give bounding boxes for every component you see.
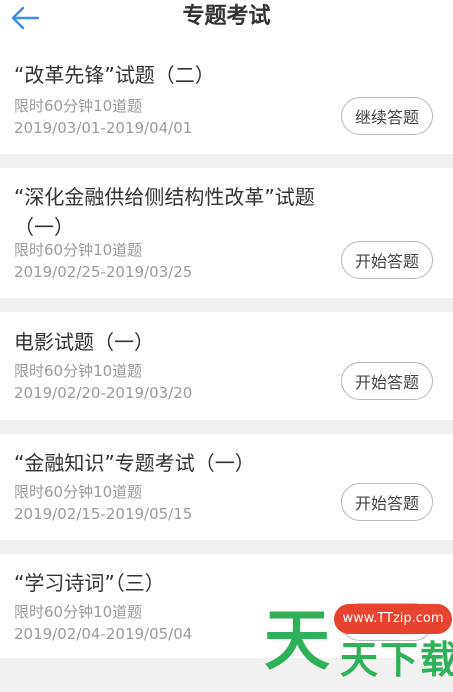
exam-date-range: 2019/02/25-2019/03/25 [14,263,193,281]
card-divider [0,540,453,554]
exam-time-limit: 限时60分钟10道题 [14,241,143,259]
exam-title: “学习诗词”（三） [14,571,165,595]
exam-date-range: 2019/02/04-2019/05/04 [14,625,193,643]
watermark-text: 天下载 [340,638,453,682]
exam-card: “金融知识”专题考试（一） 限时60分钟10道题 2019/02/15-2019… [0,434,453,540]
exam-date-range: 2019/02/20-2019/03/20 [14,384,193,402]
card-divider [0,298,453,312]
exam-card: “改革先锋”试题（二） 限时60分钟10道题 2019/03/01-2019/0… [0,36,453,154]
exam-time-limit: 限时60分钟10道题 [14,483,143,501]
exam-title: “深化金融供给侧结构性改革”试题（一） [14,185,315,239]
continue-answer-button[interactable]: 继续答题 [341,97,433,135]
exam-time-limit: 限时60分钟10道题 [14,603,143,621]
card-divider [0,420,453,434]
exam-title: 电影试题（一） [14,330,154,354]
exam-time-limit: 限时60分钟10道题 [14,362,143,380]
watermark-url: www.TTzip.com [334,604,452,634]
exam-card: “深化金融供给侧结构性改革”试题（一） 限时60分钟10道题 2019/02/2… [0,168,453,298]
exam-date-range: 2019/02/15-2019/05/15 [14,505,193,523]
page-title: 专题考试 [182,4,271,29]
card-divider [0,154,453,168]
exam-title: “金融知识”专题考试（一） [14,451,255,475]
start-answer-button[interactable]: 开始答题 [341,241,433,279]
exam-card: 电影试题（一） 限时60分钟10道题 2019/02/20-2019/03/20… [0,312,453,420]
top-bar: 专题考试 [0,0,453,36]
exam-title: “改革先锋”试题（二） [14,63,215,87]
exam-date-range: 2019/03/01-2019/04/01 [14,119,193,137]
exam-time-limit: 限时60分钟10道题 [14,97,143,115]
start-answer-button[interactable]: 开始答题 [341,483,433,521]
site-watermark: 天 www.TTzip.com 天下载 [262,598,453,690]
watermark-big-glyph: 天 [264,602,330,679]
start-answer-button[interactable]: 开始答题 [341,362,433,400]
